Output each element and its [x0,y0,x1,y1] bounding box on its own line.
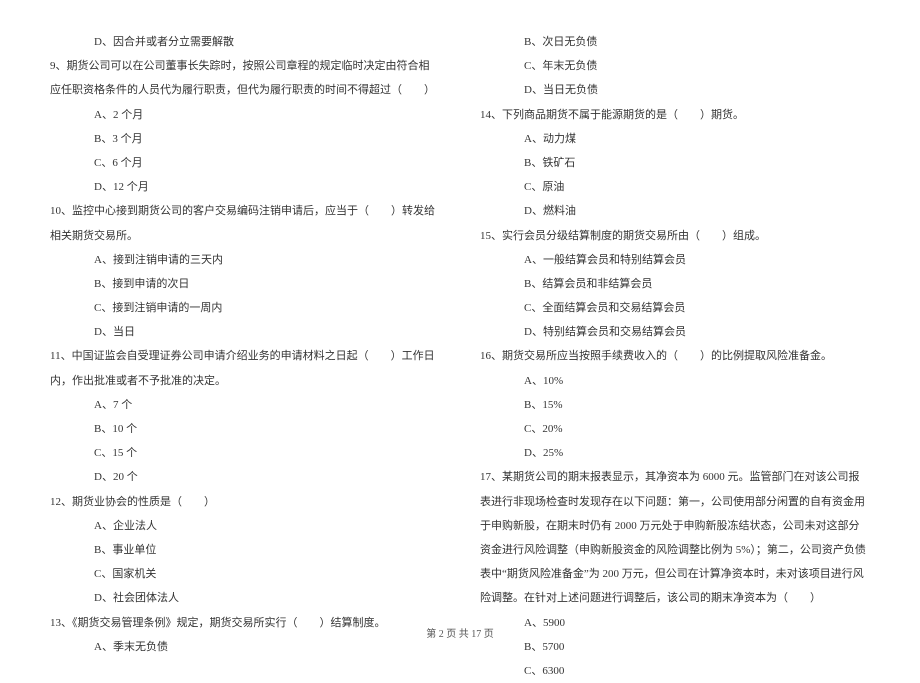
q11-option-d: D、20 个 [50,465,440,489]
q15-option-d: D、特别结算会员和交易结算会员 [480,320,870,344]
q17-option-c: C、6300 [480,659,870,683]
two-column-layout: D、因合并或者分立需要解散 9、期货公司可以在公司董事长失踪时，按照公司章程的规… [50,30,870,683]
q11-option-b: B、10 个 [50,417,440,441]
q16-option-b: B、15% [480,393,870,417]
left-column: D、因合并或者分立需要解散 9、期货公司可以在公司董事长失踪时，按照公司章程的规… [50,30,440,683]
q12-option-c: C、国家机关 [50,562,440,586]
q14-option-c: C、原油 [480,175,870,199]
q12-option-a: A、企业法人 [50,514,440,538]
q13-option-d: D、当日无负债 [480,78,870,102]
q13-option-c: C、年末无负债 [480,54,870,78]
q14-option-a: A、动力煤 [480,127,870,151]
q16-option-d: D、25% [480,441,870,465]
q16-option-c: C、20% [480,417,870,441]
q14-stem: 14、下列商品期货不属于能源期货的是（ ）期货。 [480,103,870,127]
q10-stem: 10、监控中心接到期货公司的客户交易编码注销申请后，应当于（ ）转发给相关期货交… [50,199,440,247]
q12-stem: 12、期货业协会的性质是（ ） [50,490,440,514]
q13-option-b: B、次日无负债 [480,30,870,54]
q10-option-b: B、接到申请的次日 [50,272,440,296]
q9-option-c: C、6 个月 [50,151,440,175]
q15-stem: 15、实行会员分级结算制度的期货交易所由（ ）组成。 [480,224,870,248]
q17-stem: 17、某期货公司的期末报表显示，其净资本为 6000 元。监管部门在对该公司报表… [480,465,870,610]
q11-option-c: C、15 个 [50,441,440,465]
q14-option-d: D、燃料油 [480,199,870,223]
q10-option-d: D、当日 [50,320,440,344]
q12-option-d: D、社会团体法人 [50,586,440,610]
q11-stem: 11、中国证监会自受理证券公司申请介绍业务的申请材料之日起（ ）工作日内，作出批… [50,344,440,392]
q15-option-b: B、结算会员和非结算会员 [480,272,870,296]
q15-option-a: A、一般结算会员和特别结算会员 [480,248,870,272]
q14-option-b: B、铁矿石 [480,151,870,175]
q15-option-c: C、全面结算会员和交易结算会员 [480,296,870,320]
q9-option-d: D、12 个月 [50,175,440,199]
q9-option-b: B、3 个月 [50,127,440,151]
q12-option-b: B、事业单位 [50,538,440,562]
q9-option-a: A、2 个月 [50,103,440,127]
q10-option-a: A、接到注销申请的三天内 [50,248,440,272]
right-column: B、次日无负债 C、年末无负债 D、当日无负债 14、下列商品期货不属于能源期货… [480,30,870,683]
q16-stem: 16、期货交易所应当按照手续费收入的（ ）的比例提取风险准备金。 [480,344,870,368]
q9-stem: 9、期货公司可以在公司董事长失踪时，按照公司章程的规定临时决定由符合相应任职资格… [50,54,440,102]
page-footer: 第 2 页 共 17 页 [0,625,920,640]
q10-option-c: C、接到注销申请的一周内 [50,296,440,320]
q11-option-a: A、7 个 [50,393,440,417]
q8-option-d: D、因合并或者分立需要解散 [50,30,440,54]
q16-option-a: A、10% [480,369,870,393]
